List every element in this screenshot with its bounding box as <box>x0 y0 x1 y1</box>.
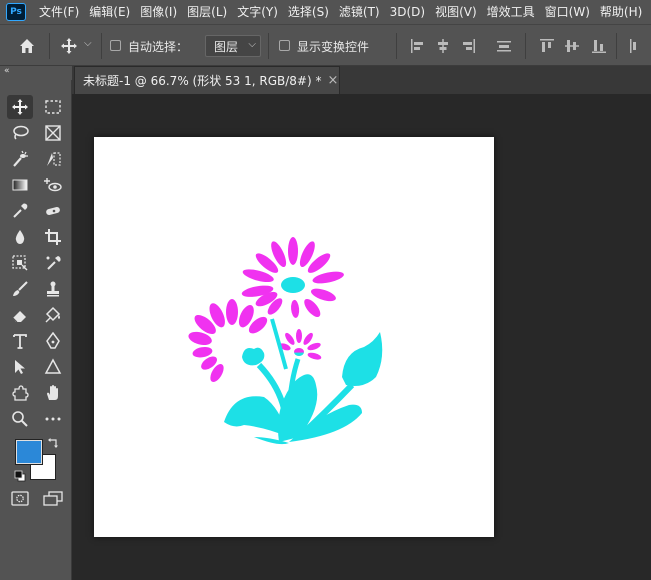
default-colors-icon[interactable] <box>14 470 26 482</box>
align-bottom-icon[interactable] <box>590 37 608 55</box>
quick-selection-brush-icon <box>13 150 28 167</box>
water-drop-icon <box>15 230 25 244</box>
menu-select[interactable]: 选择(S) <box>283 0 334 24</box>
frame-icon <box>45 125 61 141</box>
arrow-cursor-icon <box>15 360 25 374</box>
tools-panel-header <box>0 66 72 80</box>
move-tool-preset-icon[interactable] <box>60 37 78 55</box>
object-select-tool-button[interactable] <box>7 251 33 275</box>
eye-plus-icon <box>44 178 62 192</box>
menu-view[interactable]: 视图(V) <box>430 0 482 24</box>
type-t-icon <box>13 334 27 349</box>
options-bar: ⌵ 自动选择： 图层 ⌵ 显示变换控件 <box>0 24 651 66</box>
auto-select-target-dropdown[interactable]: 图层 ⌵ <box>205 35 261 57</box>
zoom-tool-button[interactable] <box>7 407 33 431</box>
align-horizontal-center-icon[interactable] <box>434 37 452 55</box>
menu-window[interactable]: 窗口(W) <box>540 0 595 24</box>
gradient-tool-button[interactable] <box>7 173 33 197</box>
preset-chevron-down-icon[interactable]: ⌵ <box>84 38 92 49</box>
flower-artwork <box>188 237 383 445</box>
auto-select-label: 自动选择： <box>128 40 189 54</box>
align-top-icon[interactable] <box>538 37 556 55</box>
healing-tool-button[interactable] <box>40 199 66 223</box>
collapse-panel-icon[interactable]: « <box>4 66 10 76</box>
more-dots-icon <box>45 417 61 421</box>
menu-image[interactable]: 图像(I) <box>135 0 182 24</box>
swap-colors-icon[interactable] <box>48 437 60 449</box>
menu-help[interactable]: 帮助(H) <box>595 0 647 24</box>
pen-nib-icon <box>46 332 60 349</box>
puzzle-shape-icon <box>12 385 29 401</box>
menu-edit[interactable]: 编辑(E) <box>84 0 135 24</box>
shape-tool-button[interactable] <box>40 355 66 379</box>
custom-shape-tool-button[interactable] <box>7 381 33 405</box>
gradient-icon <box>12 179 28 191</box>
menu-layer[interactable]: 图层(L) <box>182 0 232 24</box>
edit-toolbar-button[interactable] <box>40 407 66 431</box>
eyedropper-tool-button[interactable] <box>7 199 33 223</box>
eyedropper-icon <box>13 203 28 218</box>
menu-3d[interactable]: 3D(D) <box>385 0 430 24</box>
menu-filter[interactable]: 滤镜(T) <box>334 0 385 24</box>
show-transform-checkbox[interactable] <box>279 40 290 51</box>
lasso-tool-button[interactable] <box>7 121 33 145</box>
auto-select-checkbox[interactable] <box>110 40 121 51</box>
document-canvas[interactable] <box>94 137 494 537</box>
tools-panel <box>0 80 72 580</box>
frame-tool-button[interactable] <box>40 121 66 145</box>
slice-tool-button[interactable] <box>40 147 66 171</box>
paint-bucket-icon <box>45 306 61 323</box>
magnifier-icon <box>12 411 28 427</box>
pen-tool-button[interactable] <box>40 329 66 353</box>
object-selection-icon <box>12 255 28 271</box>
crop-tool-button[interactable] <box>40 225 66 249</box>
brush-tool-button[interactable] <box>7 277 33 301</box>
menu-plugins[interactable]: 增效工具 <box>482 0 540 24</box>
lasso-icon <box>13 125 29 140</box>
crop-icon <box>45 229 61 245</box>
view-3d-tool-button[interactable] <box>40 173 66 197</box>
stamp-icon <box>47 281 59 297</box>
flower-shape <box>188 237 383 445</box>
menu-file[interactable]: 文件(F) <box>34 0 84 24</box>
slice-knife-icon <box>47 152 61 166</box>
align-left-edge-icon[interactable] <box>626 37 644 55</box>
document-tab[interactable]: 未标题-1 @ 66.7% (形状 53 1, RGB/8#) * × <box>74 66 340 94</box>
paint-bucket-tool-button[interactable] <box>40 303 66 327</box>
eraser-tool-button[interactable] <box>7 303 33 327</box>
clone-stamp-tool-button[interactable] <box>40 277 66 301</box>
path-select-tool-button[interactable] <box>7 355 33 379</box>
chevron-down-icon: ⌵ <box>248 39 256 50</box>
quick-mask-icon[interactable] <box>11 491 29 507</box>
home-icon[interactable] <box>18 37 36 55</box>
screen-mode-icon[interactable] <box>43 491 63 507</box>
quick-select-tool-button[interactable] <box>7 147 33 171</box>
foreground-color-swatch[interactable] <box>15 439 43 465</box>
hand-icon <box>47 385 58 400</box>
auto-select-target-value: 图层 <box>214 39 239 54</box>
eraser-icon <box>12 311 26 323</box>
color-sampler-tool-button[interactable] <box>40 251 66 275</box>
document-tab-title: 未标题-1 @ 66.7% (形状 53 1, RGB/8#) * <box>83 74 322 88</box>
move-icon <box>12 99 28 115</box>
brush-icon <box>13 281 28 296</box>
blur-tool-button[interactable] <box>7 225 33 249</box>
photoshop-logo-icon: Ps <box>6 3 26 21</box>
close-tab-icon[interactable]: × <box>327 73 338 88</box>
type-tool-button[interactable] <box>7 329 33 353</box>
hand-tool-button[interactable] <box>40 381 66 405</box>
distribute-horizontal-icon[interactable] <box>495 37 513 55</box>
marquee-tool-button[interactable] <box>40 95 66 119</box>
move-tool-button[interactable] <box>7 95 33 119</box>
triangle-icon <box>44 358 62 374</box>
color-sampler-icon <box>46 256 61 270</box>
rectangular-marquee-icon <box>45 100 61 114</box>
menu-type[interactable]: 文字(Y) <box>232 0 283 24</box>
align-vertical-center-icon[interactable] <box>563 37 581 55</box>
show-transform-label: 显示变换控件 <box>297 40 370 54</box>
menu-bar: Ps 文件(F) 编辑(E) 图像(I) 图层(L) 文字(Y) 选择(S) 滤… <box>0 0 651 24</box>
bandage-icon <box>46 206 60 216</box>
align-left-icon[interactable] <box>409 37 427 55</box>
align-right-icon[interactable] <box>459 37 477 55</box>
